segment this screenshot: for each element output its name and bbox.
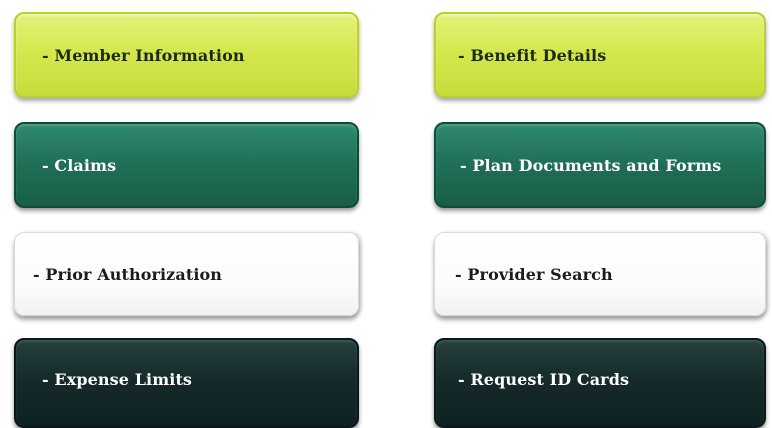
- plan-documents-and-forms-button[interactable]: - Plan Documents and Forms: [434, 122, 766, 208]
- claims-label: - Claims: [42, 155, 117, 175]
- provider-search-button[interactable]: - Provider Search: [434, 232, 766, 316]
- request-id-cards-button[interactable]: - Request ID Cards: [434, 338, 766, 428]
- prior-authorization-label: - Prior Authorization: [33, 264, 222, 284]
- member-information-button[interactable]: - Member Information: [14, 12, 359, 98]
- provider-search-label: - Provider Search: [455, 264, 613, 284]
- request-id-cards-label: - Request ID Cards: [458, 369, 630, 389]
- plan-documents-and-forms-label: - Plan Documents and Forms: [460, 155, 722, 175]
- claims-button[interactable]: - Claims: [14, 122, 359, 208]
- prior-authorization-button[interactable]: - Prior Authorization: [14, 232, 359, 316]
- expense-limits-button[interactable]: - Expense Limits: [14, 338, 359, 428]
- expense-limits-label: - Expense Limits: [42, 369, 193, 389]
- benefit-details-label: - Benefit Details: [458, 45, 607, 65]
- member-information-label: - Member Information: [42, 45, 245, 65]
- benefit-details-button[interactable]: - Benefit Details: [434, 12, 766, 98]
